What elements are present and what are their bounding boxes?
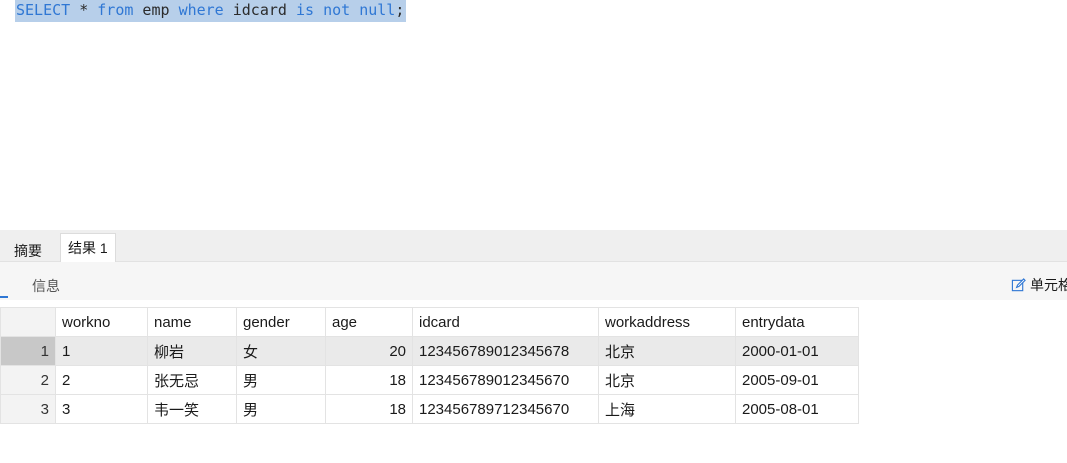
cell-entrydata[interactable]: 2000-01-01 (735, 336, 859, 366)
cell-idcard[interactable]: 123456789012345678 (412, 336, 599, 366)
table-row[interactable]: 3 3 韦一笑 男 18 123456789712345670 上海 2005-… (0, 394, 859, 424)
cell-age[interactable]: 18 (325, 365, 413, 395)
cell-workno[interactable]: 3 (55, 394, 148, 424)
cell-workaddress[interactable]: 北京 (598, 365, 736, 395)
active-subtab-indicator (0, 296, 8, 298)
column-header-gender[interactable]: gender (236, 307, 326, 337)
cell-name[interactable]: 柳岩 (147, 336, 237, 366)
grid-header-row: workno name gender age idcard workaddres… (0, 307, 859, 337)
cell-age[interactable]: 20 (325, 336, 413, 366)
cell-editor-label: 单元格 (1030, 277, 1067, 293)
cell-entrydata[interactable]: 2005-09-01 (735, 365, 859, 395)
sql-editor[interactable]: SELECT * from emp where idcard is not nu… (0, 0, 1067, 230)
result-tab-bar: 摘要 结果 1 (0, 230, 1067, 262)
sql-text: * (70, 1, 98, 19)
cell-workaddress[interactable]: 上海 (598, 394, 736, 424)
cell-editor-button[interactable]: 单元格 (1011, 275, 1067, 295)
cell-idcard[interactable]: 123456789012345670 (412, 365, 599, 395)
sql-text: idcard (223, 1, 296, 19)
sql-text: ; (395, 1, 405, 19)
edit-pencil-icon (1011, 277, 1026, 291)
tab-result-1[interactable]: 结果 1 (60, 233, 116, 262)
sql-keyword: not (323, 1, 351, 19)
result-pane: 摘要 结果 1 信息 单元格 workno name gender age id… (0, 230, 1067, 463)
sql-query-line[interactable]: SELECT * from emp where idcard is not nu… (15, 0, 407, 22)
column-header-entrydata[interactable]: entrydata (735, 307, 859, 337)
row-number[interactable]: 3 (0, 394, 56, 424)
table-row[interactable]: 1 1 柳岩 女 20 123456789012345678 北京 2000-0… (0, 336, 859, 366)
cell-name[interactable]: 张无忌 (147, 365, 237, 395)
subtab-info[interactable]: 信息 (32, 276, 60, 296)
result-grid[interactable]: workno name gender age idcard workaddres… (0, 307, 859, 424)
column-header-age[interactable]: age (325, 307, 413, 337)
sql-keyword: null (359, 1, 396, 19)
sql-keyword: is (295, 1, 315, 19)
cell-workno[interactable]: 1 (55, 336, 148, 366)
grid-corner[interactable] (0, 307, 56, 337)
table-row[interactable]: 2 2 张无忌 男 18 123456789012345670 北京 2005-… (0, 365, 859, 395)
sql-text: emp (133, 1, 179, 19)
sql-keyword: where (178, 1, 224, 19)
cell-name[interactable]: 韦一笑 (147, 394, 237, 424)
cell-workaddress[interactable]: 北京 (598, 336, 736, 366)
cell-workno[interactable]: 2 (55, 365, 148, 395)
column-header-workno[interactable]: workno (55, 307, 148, 337)
cell-idcard[interactable]: 123456789712345670 (412, 394, 599, 424)
column-header-workaddress[interactable]: workaddress (598, 307, 736, 337)
cell-entrydata[interactable]: 2005-08-01 (735, 394, 859, 424)
column-header-name[interactable]: name (147, 307, 237, 337)
cell-gender[interactable]: 女 (236, 336, 326, 366)
column-header-idcard[interactable]: idcard (412, 307, 599, 337)
tab-summary[interactable]: 摘要 (7, 239, 49, 264)
sql-keyword: SELECT (16, 1, 71, 19)
row-number[interactable]: 1 (0, 336, 56, 366)
cell-gender[interactable]: 男 (236, 394, 326, 424)
sql-keyword: from (97, 1, 134, 19)
cell-gender[interactable]: 男 (236, 365, 326, 395)
row-number[interactable]: 2 (0, 365, 56, 395)
cell-age[interactable]: 18 (325, 394, 413, 424)
result-subtab-bar: 信息 单元格 (0, 262, 1067, 300)
